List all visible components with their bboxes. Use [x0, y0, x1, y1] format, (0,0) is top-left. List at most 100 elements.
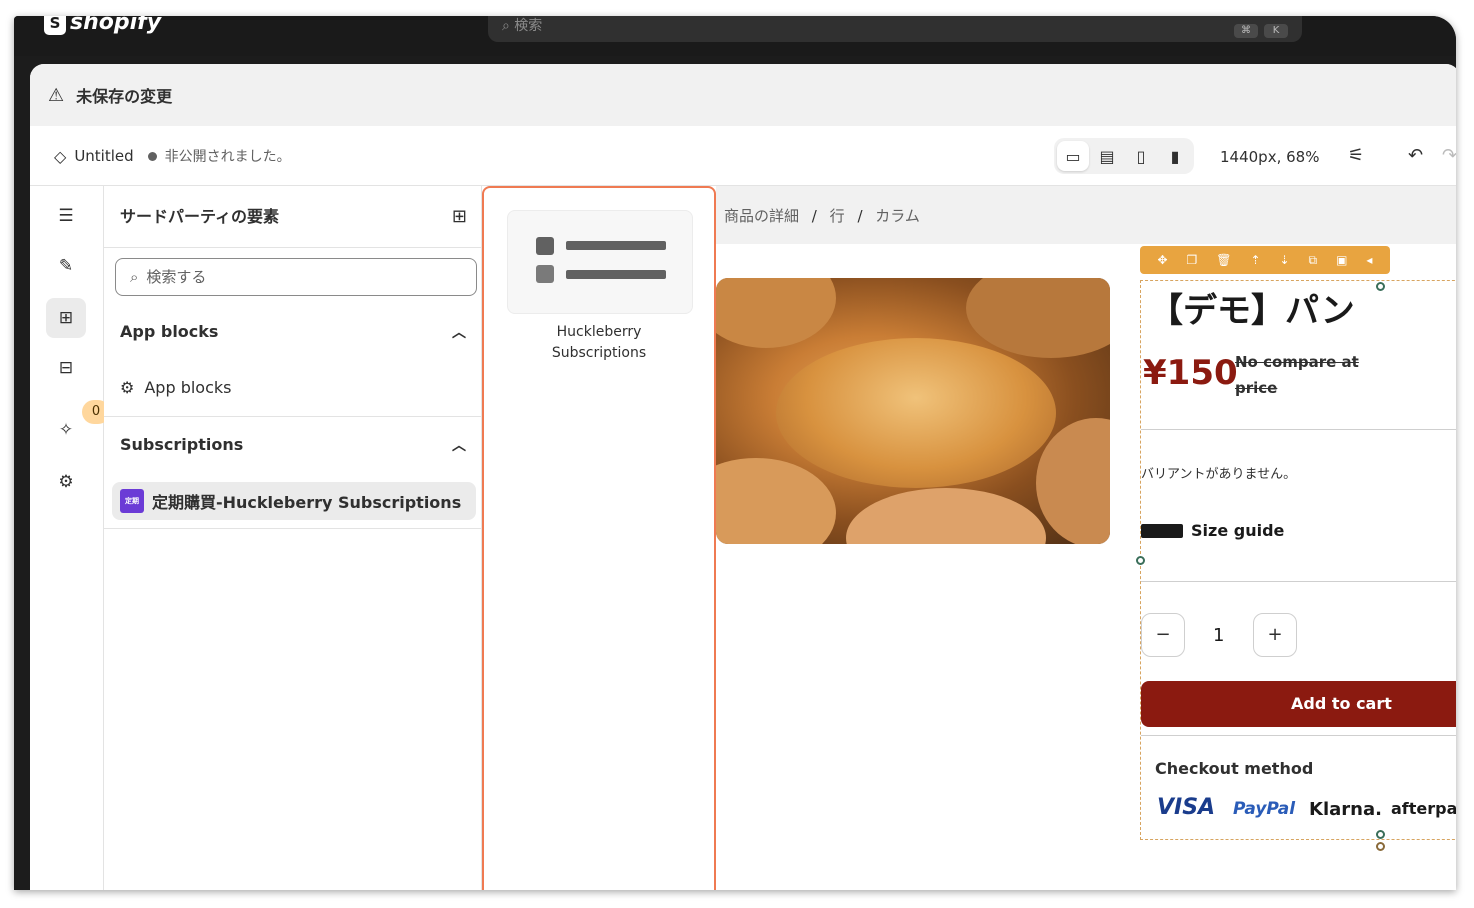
- panel-search-input[interactable]: ⌕ 検索する: [115, 258, 477, 296]
- app-frame: S shopify ⌕ 検索 ⌘ K ⚠ 未保存の変更 ◇ Untitled 非…: [14, 16, 1456, 890]
- add-app-icon[interactable]: ⊞: [452, 186, 467, 248]
- breadcrumb-item[interactable]: カラム: [875, 207, 920, 225]
- wallet-icon: [536, 237, 554, 255]
- add-to-cart-button[interactable]: Add to cart: [1141, 681, 1456, 727]
- checkout-title: Checkout method: [1155, 759, 1314, 778]
- product-title: 【デモ】パン: [1149, 291, 1355, 331]
- section-app-blocks[interactable]: App blocks ︿: [120, 322, 472, 341]
- huckleberry-logo: 定期: [120, 489, 144, 513]
- section-label: Subscriptions: [120, 435, 244, 454]
- paypal-logo: PayPal: [1233, 799, 1296, 819]
- block-flyout: Huckleberry Subscriptions: [482, 186, 716, 890]
- product-info-block[interactable]: 【デモ】パン ¥150 No compare at price バリアントがあり…: [1140, 280, 1456, 840]
- search-icon: ⌕: [502, 18, 510, 34]
- tablet-icon[interactable]: ▯: [1125, 141, 1157, 171]
- product-price: ¥150: [1143, 353, 1238, 393]
- list-item-app-blocks[interactable]: ⚙ App blocks: [120, 378, 231, 397]
- search-icon: ⌕: [130, 268, 139, 286]
- sections-icon[interactable]: ☰: [46, 196, 86, 236]
- resize-handle[interactable]: [1376, 282, 1385, 291]
- insert-below-icon[interactable]: ⇣: [1279, 253, 1289, 267]
- panel-header: サードパーティの要素 ⊞: [104, 186, 481, 248]
- compare-price: No compare at price: [1235, 349, 1375, 401]
- move-icon[interactable]: ✥: [1157, 253, 1167, 267]
- third-party-panel: サードパーティの要素 ⊞ ⌕ 検索する App blocks ︿ ⚙ App b…: [104, 186, 482, 890]
- bread-shape: [846, 488, 1046, 544]
- laptop-icon[interactable]: ▤: [1091, 141, 1123, 171]
- resize-handle[interactable]: [1376, 842, 1385, 851]
- divider: [1141, 735, 1456, 736]
- undo-icon[interactable]: ↶: [1408, 145, 1423, 166]
- section-label: App blocks: [120, 322, 219, 341]
- app-block-icon: ⚙: [120, 378, 135, 397]
- theme-icon[interactable]: ✎: [46, 246, 86, 286]
- subscription-block-card[interactable]: [507, 210, 693, 314]
- insert-above-icon[interactable]: ⇡: [1250, 253, 1260, 267]
- tag-icon: ◇: [54, 146, 67, 166]
- qty-minus-button[interactable]: −: [1141, 613, 1185, 657]
- editor-toolbar: ◇ Untitled 非公開されました。 ▭ ▤ ▯ ▮ 1440px, 68%…: [30, 126, 1456, 186]
- unsaved-banner: ⚠ 未保存の変更: [30, 64, 1456, 126]
- redo-icon[interactable]: ↷: [1442, 145, 1456, 166]
- viewport-size[interactable]: 1440px, 68%: [1220, 148, 1319, 166]
- ruler-icon: [1141, 523, 1183, 538]
- resize-handle[interactable]: [1376, 830, 1385, 839]
- list-item-label: App blocks: [144, 378, 232, 397]
- duplicate-icon[interactable]: ❐: [1187, 253, 1198, 267]
- list-item-label: 定期購買-Huckleberry Subscriptions: [152, 493, 462, 512]
- editor-body: ☰ ✎ ⊞ ⊟ ✧ 0 ⚙ サードパーティの要素 ⊞ ⌕ 検索する App bl…: [30, 186, 1456, 890]
- no-variants-text: バリアントがありません。: [1141, 467, 1297, 482]
- ai-icon[interactable]: ✧: [46, 410, 86, 450]
- page-info: ◇ Untitled 非公開されました。: [54, 146, 291, 166]
- size-guide-label: Size guide: [1191, 521, 1285, 540]
- left-rail: ☰ ✎ ⊞ ⊟ ✧ 0 ⚙: [30, 186, 110, 890]
- mobile-icon[interactable]: ▮: [1159, 141, 1191, 171]
- afterpay-logo: afterpay: [1391, 799, 1456, 818]
- page-name[interactable]: Untitled: [74, 147, 133, 165]
- warning-icon: ⚠: [48, 84, 65, 106]
- quantity-value[interactable]: 1: [1213, 625, 1224, 646]
- shortcut-key-k: K: [1264, 24, 1288, 38]
- collapse-icon[interactable]: ◂: [1366, 253, 1372, 267]
- copy-icon[interactable]: ⧉: [1309, 253, 1318, 268]
- qty-plus-button[interactable]: +: [1253, 613, 1297, 657]
- chevron-up-icon[interactable]: ︿: [452, 322, 466, 342]
- apps-icon[interactable]: ⊞: [46, 298, 86, 338]
- panel-title: サードパーティの要素: [120, 207, 280, 226]
- resize-handle[interactable]: [1136, 556, 1145, 565]
- paste-icon[interactable]: ▣: [1336, 253, 1347, 267]
- placeholder-bar: [566, 241, 666, 250]
- breadcrumb-separator: /: [811, 207, 817, 225]
- divider: [1141, 429, 1456, 430]
- divider: [104, 416, 481, 417]
- block-card-label: Huckleberry Subscriptions: [484, 322, 714, 364]
- chevron-up-icon[interactable]: ︿: [452, 435, 466, 455]
- product-image[interactable]: [716, 278, 1110, 544]
- desktop-icon[interactable]: ▭: [1057, 141, 1089, 171]
- settings-sliders-icon[interactable]: ⚟: [1348, 145, 1364, 166]
- block-card-label-line2: Subscriptions: [551, 345, 647, 361]
- block-card-label-line1: Huckleberry: [556, 324, 642, 340]
- page-status: 非公開されました。: [164, 149, 291, 165]
- trash-icon[interactable]: 🗑: [1216, 253, 1231, 267]
- compare-price-line2: price: [1235, 379, 1278, 397]
- bread-shape: [716, 458, 836, 544]
- panel-search-placeholder: 検索する: [146, 268, 207, 286]
- size-guide-link[interactable]: Size guide: [1141, 521, 1284, 540]
- list-item-huckleberry[interactable]: 定期 定期購買-Huckleberry Subscriptions: [112, 482, 476, 520]
- gear-icon[interactable]: ⚙: [46, 462, 86, 502]
- block-edit-toolbar: ✥ ❐ 🗑 ⇡ ⇣ ⧉ ▣ ◂: [1140, 246, 1390, 274]
- breadcrumb-separator: /: [857, 207, 863, 225]
- unsaved-text: 未保存の変更: [76, 87, 173, 106]
- breadcrumb-item[interactable]: 商品の詳細: [724, 207, 799, 225]
- bread-shape: [966, 278, 1110, 358]
- card-refresh-icon: [536, 265, 554, 283]
- placeholder-bar: [566, 270, 666, 279]
- breadcrumb-item[interactable]: 行: [830, 207, 845, 225]
- shopify-logo[interactable]: S shopify: [44, 16, 161, 35]
- admin-search[interactable]: ⌕ 検索 ⌘ K: [488, 16, 1302, 42]
- admin-topbar: S shopify ⌕ 検索 ⌘ K: [14, 16, 1456, 56]
- visa-logo: VISA: [1157, 795, 1216, 820]
- layout-icon[interactable]: ⊟: [46, 348, 86, 388]
- section-subscriptions[interactable]: Subscriptions ︿: [120, 435, 472, 454]
